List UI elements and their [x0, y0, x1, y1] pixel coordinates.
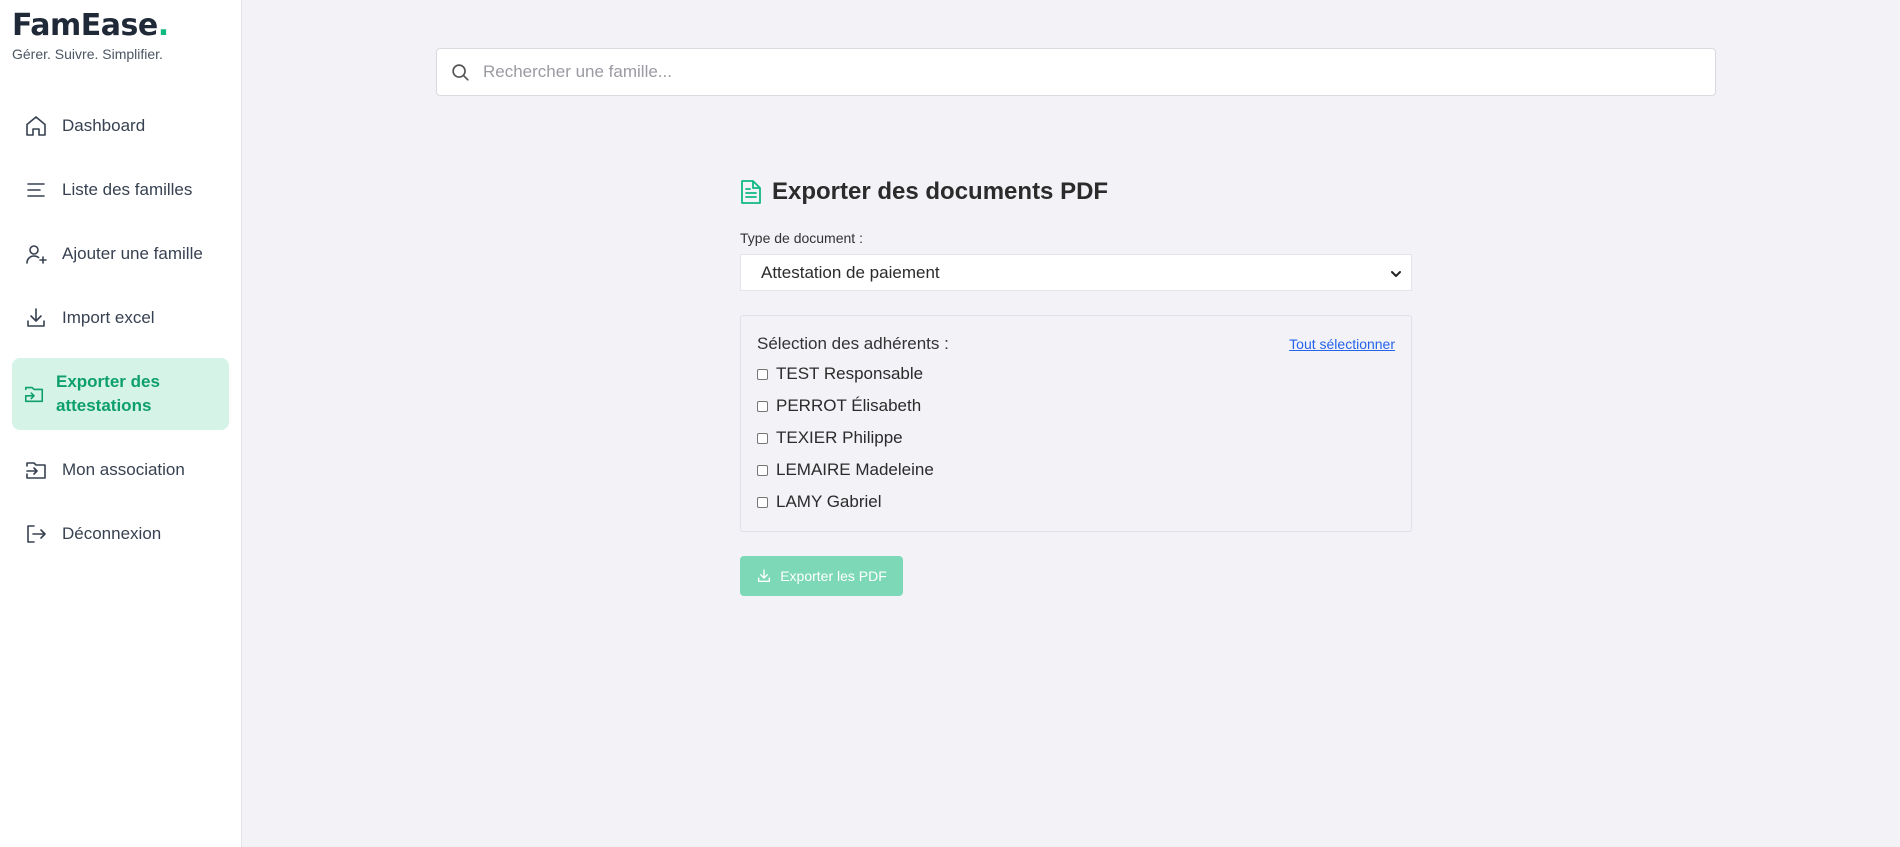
- logout-icon: [24, 522, 48, 546]
- sidebar-item-label: Déconnexion: [62, 524, 162, 543]
- login-icon: [24, 458, 48, 482]
- member-checkbox[interactable]: [757, 496, 768, 508]
- sidebar-item-dashboard[interactable]: Dashboard: [12, 102, 229, 150]
- members-box: Sélection des adhérents : Tout sélection…: [740, 315, 1412, 532]
- sidebar-item-label: Exporter des attestations: [56, 372, 160, 415]
- search-input[interactable]: [481, 61, 1715, 83]
- sidebar-nav: Dashboard Liste des familles Ajouter une…: [12, 102, 229, 558]
- sidebar-item-import-excel[interactable]: Import excel: [12, 294, 229, 342]
- document-icon: [740, 179, 764, 205]
- list-icon: [24, 178, 48, 202]
- doc-type-select[interactable]: Attestation de paiement: [740, 254, 1412, 291]
- main-content: Exporter des documents PDF Type de docum…: [242, 0, 1900, 847]
- member-list: TEST Responsable PERROT Élisabeth TEXIER…: [757, 358, 1395, 518]
- member-name: LEMAIRE Madeleine: [776, 460, 934, 479]
- member-checkbox[interactable]: [757, 432, 768, 444]
- sidebar-item-add-family[interactable]: Ajouter une famille: [12, 230, 229, 278]
- export-pdf-button-label: Exporter les PDF: [780, 568, 887, 584]
- chevron-down-icon: [1389, 266, 1403, 280]
- download-icon: [756, 568, 772, 584]
- sidebar-item-label: Mon association: [62, 460, 185, 479]
- member-name: PERROT Élisabeth: [776, 396, 922, 415]
- select-all-link[interactable]: Tout sélectionner: [1289, 336, 1395, 352]
- member-name: TEXIER Philippe: [776, 428, 903, 447]
- sidebar-item-label: Import excel: [62, 308, 155, 327]
- user-plus-icon: [24, 242, 48, 266]
- download-icon: [24, 306, 48, 330]
- sidebar-item-label: Ajouter une famille: [62, 244, 203, 263]
- list-item[interactable]: TEST Responsable: [757, 358, 1395, 390]
- export-panel: Exporter des documents PDF Type de docum…: [740, 176, 1412, 596]
- page-title-text: Exporter des documents PDF: [772, 178, 1109, 205]
- page-title: Exporter des documents PDF: [740, 176, 1412, 208]
- sidebar-item-export-attestations[interactable]: Exporter des attestations: [12, 358, 229, 430]
- brand-logo[interactable]: FamEase. Gérer. Suivre. Simplifier.: [12, 8, 229, 62]
- sidebar-item-label: Dashboard: [62, 116, 146, 135]
- search-icon: [449, 61, 471, 83]
- sidebar-item-my-association[interactable]: Mon association: [12, 446, 229, 494]
- export-icon: [22, 382, 46, 406]
- member-checkbox[interactable]: [757, 464, 768, 476]
- list-item[interactable]: TEXIER Philippe: [757, 422, 1395, 454]
- member-checkbox[interactable]: [757, 400, 768, 412]
- sidebar: FamEase. Gérer. Suivre. Simplifier. Dash…: [0, 0, 242, 847]
- brand-name: FamEase.: [12, 8, 169, 43]
- members-label: Sélection des adhérents :: [757, 334, 949, 353]
- member-checkbox[interactable]: [757, 368, 768, 380]
- brand-tagline: Gérer. Suivre. Simplifier.: [12, 46, 163, 62]
- doc-type-selected: Attestation de paiement: [761, 262, 940, 282]
- member-name: TEST Responsable: [776, 364, 924, 383]
- list-item[interactable]: PERROT Élisabeth: [757, 390, 1395, 422]
- search-bar[interactable]: [436, 48, 1716, 96]
- members-header: Sélection des adhérents : Tout sélection…: [757, 334, 1395, 354]
- member-name: LAMY Gabriel: [776, 492, 882, 511]
- doc-type-label: Type de document :: [740, 230, 863, 246]
- app: FamEase. Gérer. Suivre. Simplifier. Dash…: [0, 0, 1900, 847]
- export-pdf-button[interactable]: Exporter les PDF: [740, 556, 903, 596]
- sidebar-item-label: Liste des familles: [62, 180, 193, 199]
- sidebar-item-families-list[interactable]: Liste des familles: [12, 166, 229, 214]
- sidebar-item-logout[interactable]: Déconnexion: [12, 510, 229, 558]
- home-icon: [24, 114, 48, 138]
- list-item[interactable]: LAMY Gabriel: [757, 486, 1395, 518]
- list-item[interactable]: LEMAIRE Madeleine: [757, 454, 1395, 486]
